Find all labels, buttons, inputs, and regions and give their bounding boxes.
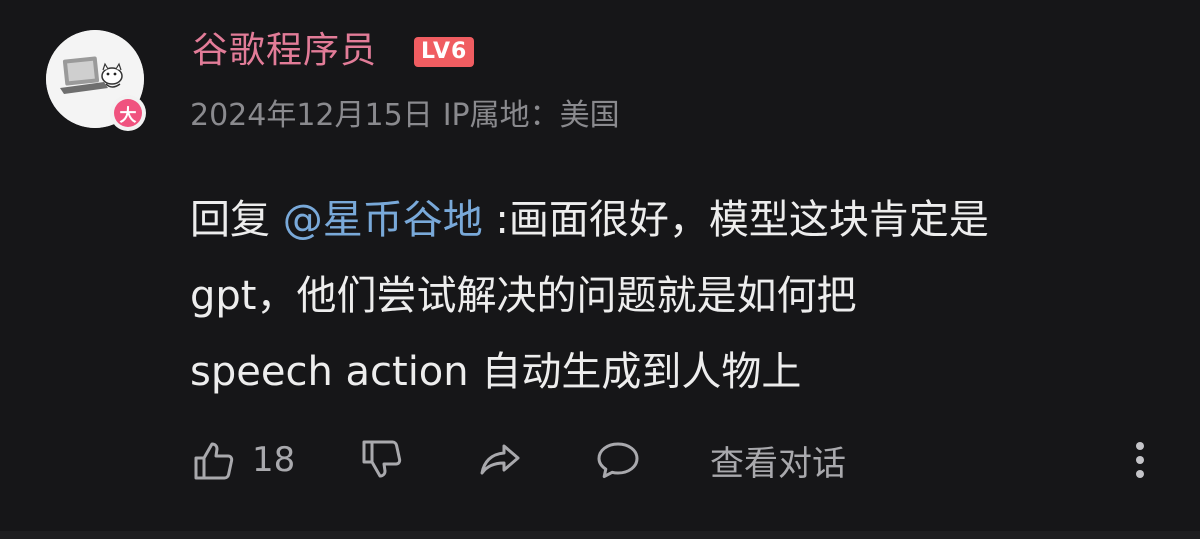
username[interactable]: 谷歌程序员 (192, 26, 377, 76)
thumbs-up-icon (194, 442, 234, 480)
action-bar: 18 查看对话 (190, 432, 1160, 488)
comment-line-2: gpt，他们尝试解决的问题就是如何把 (190, 273, 857, 319)
reply-prefix: 回复 (190, 197, 270, 243)
share-button[interactable] (476, 432, 524, 488)
view-dialog-link[interactable]: 查看对话 (710, 432, 846, 488)
comment-line-1: 回复 @星币谷地 :画面很好，模型这块肯定是 (190, 182, 1180, 258)
comment-line-3: speech action 自动生成到人物上 (190, 349, 802, 395)
mention-link[interactable]: @星币谷地 (283, 197, 483, 243)
badge-text: 大 (114, 99, 142, 127)
divider (0, 531, 1200, 539)
thumbs-down-icon (362, 440, 402, 478)
comment-button[interactable] (594, 432, 642, 488)
comment-text-1: :画面很好，模型这块肯定是 (482, 197, 989, 243)
comment-bubble-icon (597, 442, 639, 478)
like-count: 18 (252, 440, 296, 480)
view-dialog-label: 查看对话 (710, 443, 846, 484)
verified-badge: 大 (110, 95, 146, 131)
share-icon (480, 444, 520, 475)
comment-content: 回复 @星币谷地 :画面很好，模型这块肯定是 gpt，他们尝试解决的问题就是如何… (190, 182, 1180, 410)
comment-date: 2024年12月15日 (190, 98, 433, 133)
comment-meta: 2024年12月15日 IP属地：美国 (190, 94, 630, 138)
dislike-button[interactable] (358, 432, 406, 488)
level-badge: LV6 (414, 37, 475, 67)
ip-location: IP属地：美国 (442, 98, 620, 133)
more-vertical-icon (1136, 442, 1144, 478)
more-button[interactable] (1116, 432, 1164, 488)
like-button[interactable]: 18 (190, 432, 295, 488)
